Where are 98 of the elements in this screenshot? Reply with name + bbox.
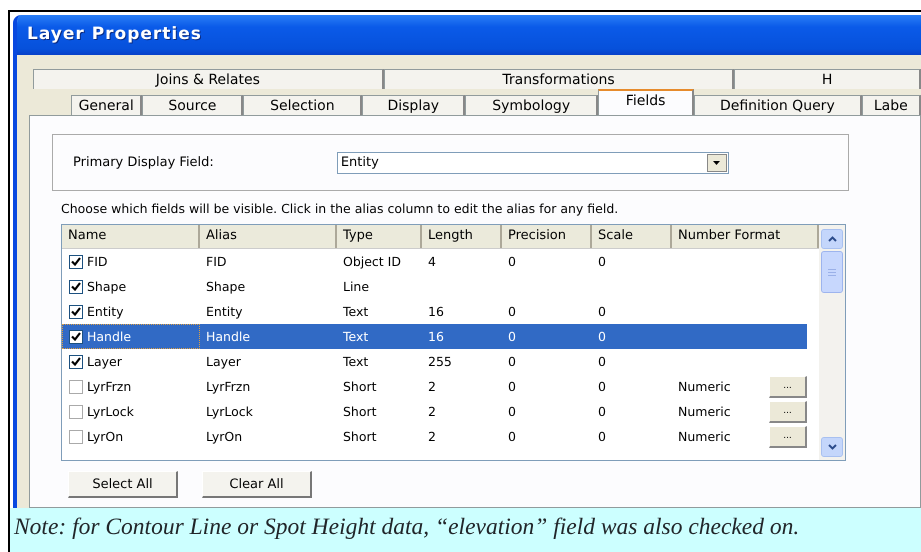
table-cell-text: Shape <box>205 278 246 296</box>
primary-display-dropdown[interactable]: Entity <box>336 152 729 174</box>
table-cell-text: Text <box>342 353 370 371</box>
tab[interactable]: Symbology <box>465 95 598 115</box>
grip-icon <box>828 268 836 276</box>
table-cell-text: Short <box>342 428 378 446</box>
clear-all-button[interactable]: Clear All <box>202 471 312 498</box>
table-cell-text: Text <box>342 303 370 321</box>
table-cell: FID <box>87 254 108 269</box>
column-header[interactable]: Scale <box>592 225 672 248</box>
note-text: Note: for Contour Line or Spot Height data, “elevation” field was also checked on. <box>10 508 921 552</box>
table-cell-text: 2 <box>427 378 437 396</box>
table-cell: Numeric <box>678 429 731 444</box>
tab[interactable]: Fields <box>598 89 694 115</box>
table-cell-text: 0 <box>597 328 607 346</box>
table-cell-text: 255 <box>427 353 453 371</box>
table-cell: LyrLock <box>87 404 134 419</box>
table-cell-text: 0 <box>507 253 517 271</box>
table-cell-text: 0 <box>507 428 517 446</box>
dropdown-arrow-icon <box>713 160 720 164</box>
scroll-down-button[interactable] <box>821 437 843 457</box>
column-header[interactable]: Alias <box>200 225 337 248</box>
checkbox[interactable] <box>69 280 83 294</box>
table-cell-text: 0 <box>507 303 517 321</box>
table-cell-text: Short <box>342 378 378 396</box>
table-cell: Numeric <box>678 379 731 394</box>
scrollbar[interactable] <box>819 225 845 460</box>
column-header[interactable]: Precision <box>502 225 592 248</box>
table-row[interactable]: FID FID Object ID 4 0 0 <box>62 249 807 274</box>
column-header[interactable]: Length <box>422 225 502 248</box>
table-cell-text: 0 <box>597 303 607 321</box>
table-row[interactable]: Shape Shape Line <box>62 274 807 299</box>
table-row[interactable]: LyrLock LyrLock Short 2 0 0 Numeric ... <box>62 399 807 424</box>
table-cell-text: 0 <box>597 253 607 271</box>
table-cell-text: 0 <box>507 378 517 396</box>
table-cell: Entity <box>87 304 124 319</box>
column-header[interactable]: Name <box>62 225 200 248</box>
tab[interactable]: General <box>71 95 142 115</box>
tab[interactable]: Source <box>142 95 244 115</box>
format-button[interactable]: ... <box>769 376 807 398</box>
table-row[interactable]: Entity Entity Text 16 0 0 <box>62 299 807 324</box>
table-cell-text: Text <box>342 328 370 346</box>
table-cell-text: 4 <box>427 253 437 271</box>
checkbox[interactable] <box>69 404 83 418</box>
tab[interactable]: Labe <box>862 95 921 115</box>
table-cell: LyrOn <box>87 429 124 444</box>
table-cell-text: Short <box>342 403 378 421</box>
table-cell-text: 0 <box>597 378 607 396</box>
table-cell: Layer <box>87 354 122 369</box>
table-cell: Handle <box>87 329 132 344</box>
table-row[interactable]: LyrFrzn LyrFrzn Short 2 0 0 Numeric ... <box>62 374 807 399</box>
tab[interactable]: H <box>734 69 921 89</box>
checkbox[interactable] <box>69 254 83 268</box>
tab[interactable]: Display <box>362 95 466 115</box>
table-cell-text: 16 <box>427 303 445 321</box>
table-cell-text: 0 <box>597 428 607 446</box>
table-cell-text: Entity <box>205 303 244 321</box>
format-button[interactable]: ... <box>769 400 807 422</box>
checkbox[interactable] <box>69 430 83 444</box>
checkbox[interactable] <box>69 304 83 318</box>
table-cell-text: 2 <box>427 428 437 446</box>
table-cell-text: Handle <box>205 328 252 346</box>
format-button[interactable]: ... <box>769 426 807 448</box>
table-row[interactable]: Layer Layer Text 255 0 0 <box>62 349 807 374</box>
table-cell-text: 16 <box>427 328 445 346</box>
instruction-text: Choose which fields will be visible. Click in the alias column to edit the alias for any field. <box>61 201 620 216</box>
table-cell-text: 0 <box>507 353 517 371</box>
table-cell-text: LyrFrzn <box>205 378 252 396</box>
table-cell-text: LyrLock <box>205 403 254 421</box>
table-cell: Numeric <box>678 404 731 419</box>
tab[interactable]: Definition Query <box>694 95 862 115</box>
table-cell-text: Object ID <box>342 253 402 271</box>
table-cell: Shape <box>87 279 126 294</box>
table-cell-text: LyrOn <box>205 428 244 446</box>
table-cell: LyrFrzn <box>87 379 132 394</box>
tab[interactable]: Joins & Relates <box>33 69 384 89</box>
table-cell-text: 0 <box>597 353 607 371</box>
window-title: Layer Properties <box>17 15 921 55</box>
table-cell-text: Line <box>342 278 370 296</box>
table-cell-text: 0 <box>507 328 517 346</box>
table-row[interactable]: LyrOn LyrOn Short 2 0 0 Numeric ... <box>62 424 807 449</box>
tab[interactable]: Transformations <box>384 69 734 89</box>
column-header[interactable]: Type <box>337 225 422 248</box>
checkbox[interactable] <box>69 354 83 368</box>
scroll-up-button[interactable] <box>821 229 843 249</box>
table-cell-text: 2 <box>427 403 437 421</box>
table-cell-text: Layer <box>205 353 242 371</box>
select-all-button[interactable]: Select All <box>68 471 178 498</box>
checkbox[interactable] <box>69 380 83 394</box>
tab[interactable]: Selection <box>243 95 362 115</box>
scroll-thumb[interactable] <box>821 251 843 293</box>
table-row[interactable]: Handle Handle Text 16 0 0 <box>62 324 807 349</box>
dropdown-value: Entity <box>340 155 379 170</box>
table-cell-text: 0 <box>597 403 607 421</box>
checkbox[interactable] <box>69 330 83 344</box>
table-cell-text: FID <box>205 253 228 271</box>
table-cell-text: 0 <box>507 403 517 421</box>
field-label: Primary Display Field: <box>73 155 214 170</box>
